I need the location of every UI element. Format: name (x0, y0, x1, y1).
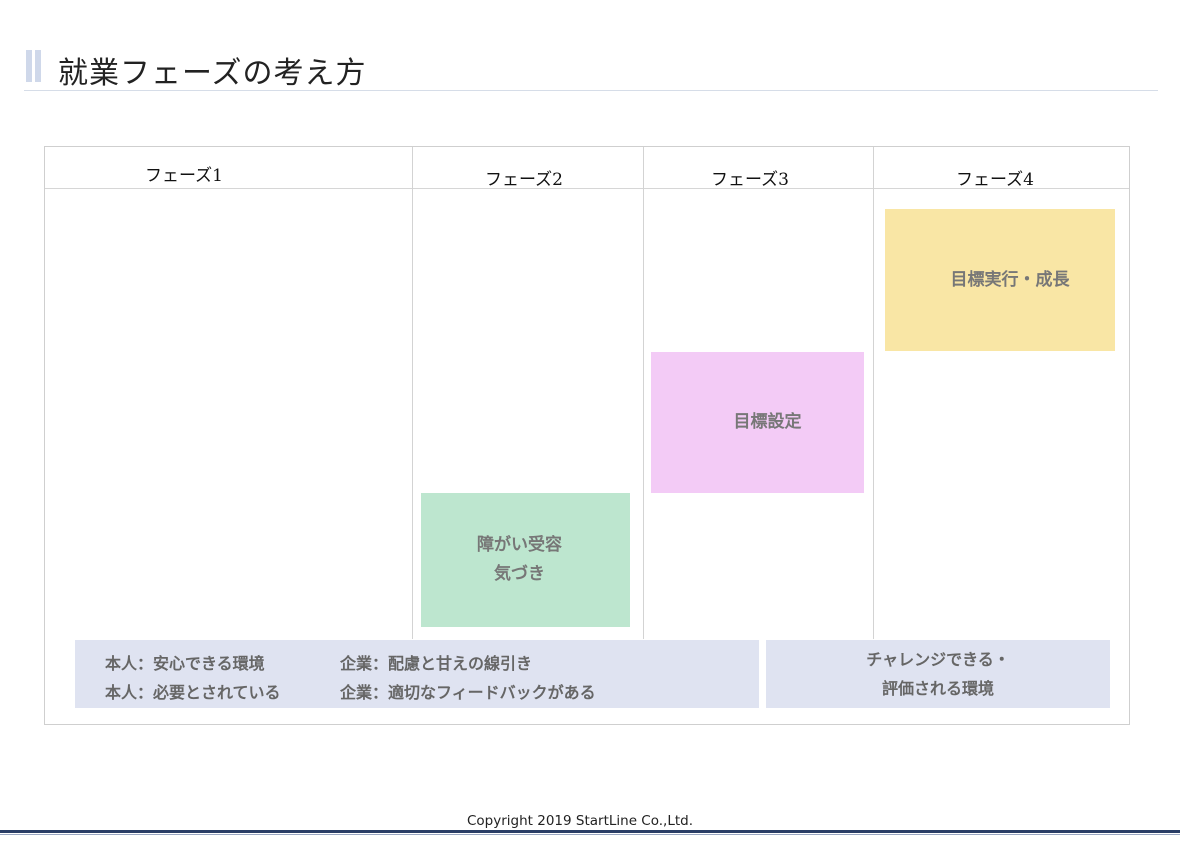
phase-column-divider (643, 147, 644, 639)
phase-column-divider (873, 147, 874, 639)
phase-2-box: 障がい受容 気づき (421, 493, 630, 627)
env-person-1: 本人：安心できる環境 (105, 654, 265, 673)
phase-3-label: フェーズ3 (711, 170, 789, 190)
title-accent-bar (26, 50, 42, 82)
footer-rule (0, 830, 1180, 833)
copyright-text: Copyright 2019 StartLine Co.,Ltd. (466, 813, 693, 829)
phase-2-label: フェーズ2 (485, 170, 563, 190)
env-right-line1: チャレンジできる・ (866, 650, 1010, 669)
env-right-line2: 評価される環境 (881, 679, 994, 698)
env-company-1: 企業：配慮と甘えの線引き (340, 654, 533, 673)
phase-column-divider (412, 147, 413, 639)
environment-box-right: チャレンジできる・ 評価される環境 (766, 640, 1110, 708)
phase-1-label: フェーズ1 (145, 166, 223, 186)
phase-3-box-label: 目標設定 (733, 412, 802, 432)
env-company-2: 企業：適切なフィードバックがある (340, 683, 596, 702)
phase-2-box-line2: 気づき (494, 564, 545, 584)
phase-3-box: 目標設定 (651, 352, 864, 493)
phase-2-box-line1: 障がい受容 (477, 535, 562, 555)
environment-box-left: 本人：安心できる環境 企業：配慮と甘えの線引き 本人：必要とされている 企業：適… (75, 640, 759, 708)
title-divider (24, 90, 1158, 91)
page-title: 就業フェーズの考え方 (58, 56, 367, 91)
phase-4-box-label: 目標実行・成長 (950, 269, 1070, 290)
env-person-2: 本人：必要とされている (105, 683, 281, 702)
phase-4-label: フェーズ4 (956, 170, 1034, 190)
phase-4-box: 目標実行・成長 (885, 209, 1115, 351)
footer-rule-thin (0, 834, 1180, 835)
